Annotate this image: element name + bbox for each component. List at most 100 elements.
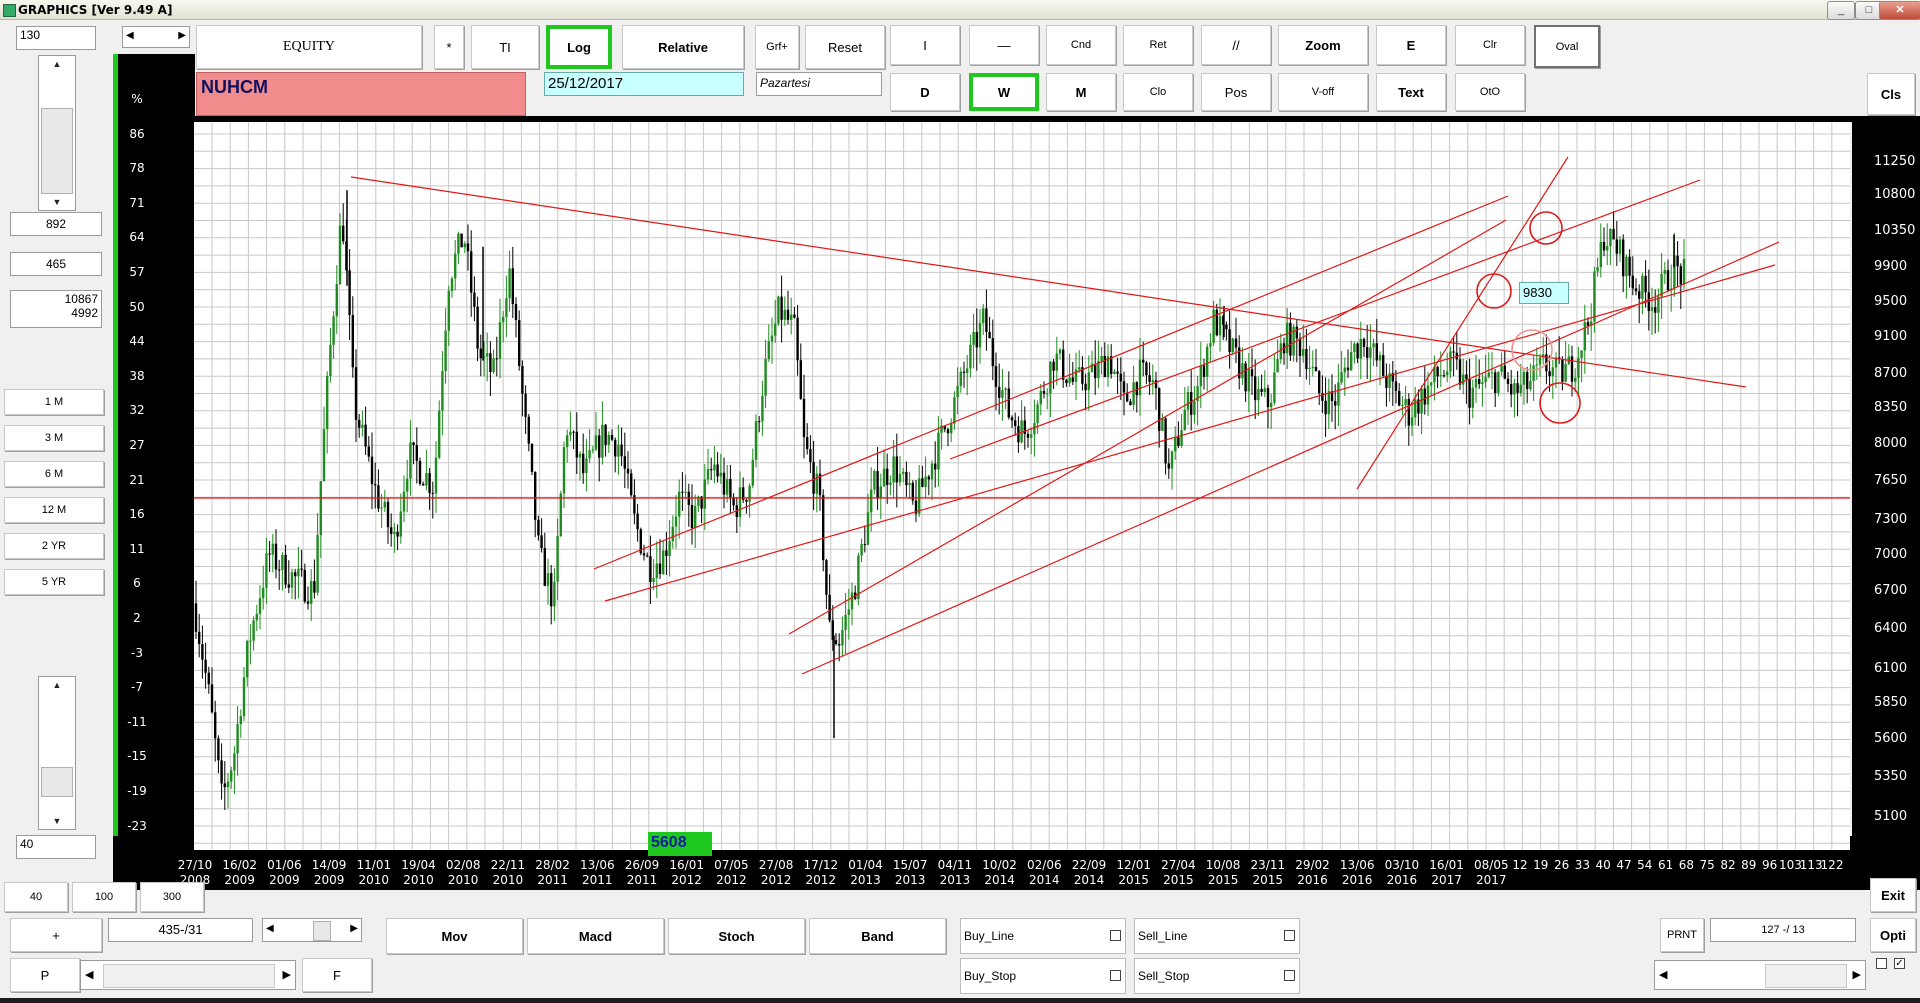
relative-button[interactable]: Relative [622,25,744,69]
scroll-down-arrow-icon[interactable]: ▼ [39,813,75,829]
scroll-left-arrow-icon[interactable]: ◀ [126,30,134,41]
cls-button[interactable]: Cls [1867,73,1915,115]
candle-body [342,225,345,242]
candle-body [1270,402,1273,408]
scroll-right-arrow-icon[interactable]: ▶ [178,30,186,41]
candle-body [386,501,390,528]
stoch-button[interactable]: Stoch [668,918,805,954]
mov-button[interactable]: Mov [386,918,523,954]
period-1m-button[interactable]: 1 M [4,389,104,415]
candle-body [348,270,351,315]
minimize-button[interactable]: _ [1827,1,1855,20]
star-button[interactable]: * [434,25,464,69]
bottom-mini-scroll[interactable]: ◀ ▶ [262,918,362,942]
scroll-up-arrow-icon[interactable]: ▲ [39,677,75,693]
timeframe-m-button[interactable]: M [1046,73,1116,111]
tool-e-button[interactable]: E [1376,25,1446,65]
period-6m-button[interactable]: 6 M [4,461,104,487]
print-button[interactable]: PRNT [1660,918,1704,952]
scroll-thumb[interactable] [41,108,73,194]
range-40-button[interactable]: 40 [4,882,68,912]
scroll-left-arrow-icon[interactable]: ◀ [85,968,93,981]
candle-body [252,620,255,641]
tool-oto-button[interactable]: OtO [1455,73,1525,111]
exit-button[interactable]: Exit [1870,878,1916,912]
scroll-right-arrow-icon[interactable]: ▶ [283,968,291,981]
price-chart[interactable] [194,122,1850,850]
scroll-right-arrow-icon[interactable]: ▶ [1853,968,1861,981]
sell-line-option[interactable]: Sell_Line [1134,918,1300,954]
ti-button[interactable]: TI [471,25,539,69]
candle-body [882,468,886,487]
buy-line-option[interactable]: Buy_Line [960,918,1126,954]
band-button[interactable]: Band [809,918,946,954]
scroll-left-arrow-icon[interactable]: ◀ [266,923,274,934]
sell-stop-option[interactable]: Sell_Stop [1134,958,1300,994]
top-value-field[interactable]: 130 [16,26,96,50]
value-field-892[interactable]: 892 [10,212,102,236]
horizontal-mini-scroll[interactable]: ◀ ▶ [122,26,190,48]
candle-body [630,473,633,496]
buy-stop-option[interactable]: Buy_Stop [960,958,1126,994]
scroll-thumb[interactable] [103,964,275,988]
buy-stop-checkbox[interactable] [1110,970,1121,981]
scroll-thumb[interactable] [1765,964,1847,988]
candle-body [255,613,258,621]
macd-button[interactable]: Macd [527,918,664,954]
sell-stop-checkbox[interactable] [1284,970,1295,981]
scroll-thumb[interactable] [313,921,331,941]
scroll-down-arrow-icon[interactable]: ▼ [39,194,75,210]
f-button[interactable]: F [302,958,372,992]
tool-voff-button[interactable]: V-off [1278,73,1368,111]
period-3m-button[interactable]: 3 M [4,425,104,451]
timeframe-w-button[interactable]: W [969,73,1039,111]
tool-cnd-button[interactable]: Cnd [1046,25,1116,65]
date-field[interactable]: 25/12/2017 [544,72,744,96]
bottom-value-field[interactable]: 40 [16,835,96,859]
reset-button[interactable]: Reset [805,25,885,69]
range-300-button[interactable]: 300 [140,882,204,912]
lower-vertical-scrollbar[interactable]: ▲ ▼ [38,676,76,830]
tool-i-button[interactable]: I [890,25,960,65]
tool-pos-button[interactable]: Pos [1201,73,1271,111]
log-button[interactable]: Log [546,25,612,69]
period-2yr-button[interactable]: 2 YR [4,533,104,559]
grf-plus-button[interactable]: Grf+ [755,25,799,69]
scroll-thumb[interactable] [41,767,73,797]
range-100-button[interactable]: 100 [72,882,136,912]
bottom-horizontal-scroll[interactable]: ◀ ▶ [80,960,296,990]
sell-line-checkbox[interactable] [1284,930,1295,941]
opti-button[interactable]: Opti [1870,918,1916,952]
tool-line-button[interactable]: — [969,25,1039,65]
candle-body [572,431,575,433]
right-horizontal-scroll[interactable]: ◀ ▶ [1654,960,1866,990]
candle-body [1260,389,1263,392]
opti-checked-checkbox[interactable]: ✓ [1894,958,1905,969]
equity-button[interactable]: EQUITY [196,25,422,69]
candle-body [722,472,726,495]
value-field-465[interactable]: 465 [10,252,102,276]
candle-body [783,309,786,320]
scroll-left-arrow-icon[interactable]: ◀ [1659,968,1667,981]
candle-body [1439,375,1442,377]
candle-body [1183,409,1186,431]
tool-ret-button[interactable]: Ret [1123,25,1193,65]
candle-body [1513,383,1516,395]
tool-text-button[interactable]: Text [1376,73,1446,111]
opti-checkbox[interactable] [1876,958,1887,969]
scroll-up-arrow-icon[interactable]: ▲ [39,56,75,72]
scroll-right-arrow-icon[interactable]: ▶ [350,923,358,934]
p-button[interactable]: P [10,958,80,992]
period-5yr-button[interactable]: 5 YR [4,569,104,595]
tool-oval-button[interactable]: Oval [1534,25,1600,68]
tool-zoom-button[interactable]: Zoom [1278,25,1368,65]
period-12m-button[interactable]: 12 M [4,497,104,523]
tool-parallel-button[interactable]: // [1201,25,1271,65]
close-button[interactable]: ✕ [1879,1,1920,20]
timeframe-d-button[interactable]: D [890,73,960,111]
buy-line-checkbox[interactable] [1110,930,1121,941]
tool-clo-button[interactable]: Clo [1123,73,1193,111]
plus-button[interactable]: + [10,918,102,952]
upper-vertical-scrollbar[interactable]: ▲ ▼ [38,55,76,211]
tool-clr-button[interactable]: Clr [1455,25,1525,65]
